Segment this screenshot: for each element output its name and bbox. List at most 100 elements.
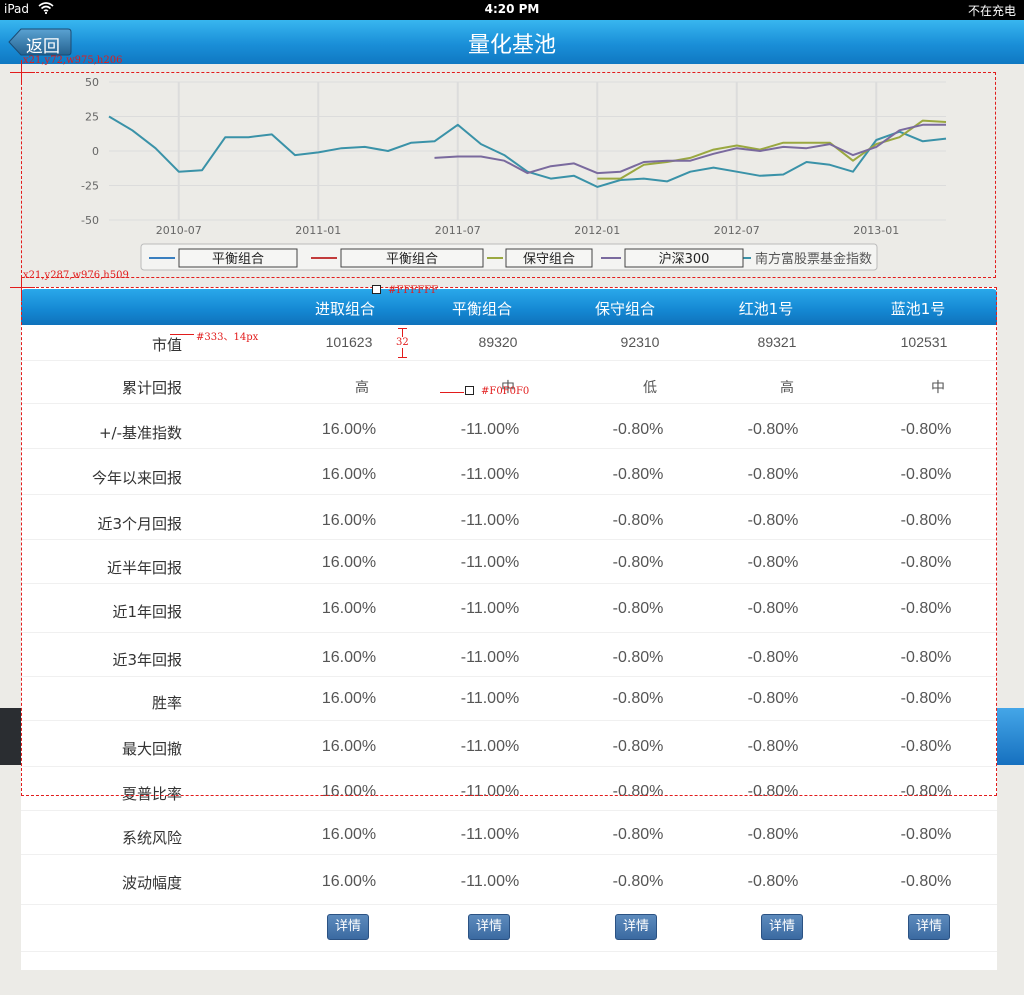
table-cell: -0.80% [612,466,664,483]
table-cell: 16.00% [321,554,377,571]
table-row: 累计回报 高 中 低 高 中 [21,361,997,404]
table-row: 近1年回报 16.00% -11.00% -0.80% -0.80% -0.80… [21,584,997,633]
header-color-spec: #FFFFFF [388,285,439,296]
legend-label: 平衡组合 [212,252,264,267]
row-label: 市值 [151,336,182,354]
table-cell: -0.80% [747,421,799,438]
spec-crosshair [10,72,35,73]
table-cell: -11.00% [460,738,520,755]
performance-chart: 50 25 0 -25 -50 2010-07 2011-01 2011-07 2012-01 2… [21,72,996,278]
table-header: 进取组合 平衡组合 保守组合 红池1号 蓝池1号 [21,289,997,325]
table-cell: -0.80% [900,421,952,438]
table-cell: -11.00% [460,600,520,617]
table-cell: -11.00% [460,466,520,483]
table-cell: -0.80% [900,873,952,890]
y-tick-label: 50 [85,76,99,89]
table-cell: -0.80% [900,466,952,483]
y-tick-label: 25 [85,111,99,124]
row-label: 最大回撤 [121,740,182,758]
table-cell: -11.00% [460,690,520,707]
details-button[interactable]: 详情 [761,914,803,940]
table-cell: -0.80% [747,512,799,529]
chart-legend: 平衡组合 平衡组合 保守组合 沪深300 南方富股票基金指数 [140,243,878,271]
table-row: 最大回撤 16.00% -11.00% -0.80% -0.80% -0.80% [21,721,997,767]
table-cell: -0.80% [612,873,664,890]
x-tick-label: 2010-07 [156,224,202,237]
y-tick-label: 0 [92,145,99,158]
row-label: 近3个月回报 [97,515,182,533]
table-cell: -0.80% [747,873,799,890]
x-tick-label: 2013-01 [853,224,899,237]
table-cell: -0.80% [612,554,664,571]
table-cell: 16.00% [321,783,377,800]
row-label: 近半年回报 [106,559,182,577]
column-header: 进取组合 [314,300,375,318]
table-cell: -0.80% [900,690,952,707]
table-row: 近3个月回报 16.00% -11.00% -0.80% -0.80% -0.8… [21,495,997,540]
nav-bar: 返回 量化基池 [0,20,1024,64]
table-cell: 16.00% [321,873,377,890]
row-label: 近3年回报 [112,651,182,669]
table-cell: 16.00% [321,690,377,707]
table-cell: -0.80% [900,649,952,666]
x-tick-label: 2012-01 [574,224,620,237]
row-label: 胜率 [151,694,182,712]
table-cell: -11.00% [460,512,520,529]
table-cell: -11.00% [460,421,520,438]
x-tick-label: 2011-07 [435,224,481,237]
x-tick-label: 2012-07 [714,224,760,237]
table-cell: -0.80% [612,826,664,843]
spec-crosshair [10,287,35,288]
details-button[interactable]: 详情 [615,914,657,940]
row-height-marker [398,328,407,329]
table-cell: 16.00% [321,466,377,483]
background-band-left [0,708,22,765]
status-bar: iPad 4:20 PM 不在充电 [0,0,1024,20]
table-cell: -0.80% [612,690,664,707]
table-cell: 101623 [325,334,373,350]
table-cell: -0.80% [900,826,952,843]
legend-label: 平衡组合 [386,252,438,267]
table-cell: -0.80% [747,649,799,666]
spec-crosshair [21,276,22,301]
color-swatch [372,285,381,294]
details-button[interactable]: 详情 [908,914,950,940]
row-label: 夏普比率 [121,785,182,803]
line-chart-svg: 50 25 0 -25 -50 2010-07 2011-01 2011-07 2012-01 2… [81,76,947,271]
y-tick-label: -50 [81,214,99,227]
table-cell: -0.80% [612,738,664,755]
x-tick-label: 2011-01 [295,224,341,237]
row-label: 波动幅度 [121,874,182,892]
row-label: 近1年回报 [112,603,182,621]
legend-label: 沪深300 [659,251,710,267]
table-cell: -11.00% [460,554,520,571]
color-swatch [465,386,474,395]
series-line [108,115,947,188]
table-row: 近3年回报 16.00% -11.00% -0.80% -0.80% -0.80… [21,633,997,677]
table-cell: -0.80% [747,826,799,843]
table-row: +/-基准指数 16.00% -11.00% -0.80% -0.80% -0.… [21,404,997,449]
table-row: 系统风险 16.00% -11.00% -0.80% -0.80% -0.80% [21,811,997,855]
label-style-spec: #333、14px [196,332,259,343]
table-cell: 16.00% [321,738,377,755]
table-cell: 16.00% [321,649,377,666]
table-row: 近半年回报 16.00% -11.00% -0.80% -0.80% -0.80… [21,540,997,584]
table-cell: -0.80% [747,783,799,800]
table-row: 波动幅度 16.00% -11.00% -0.80% -0.80% -0.80% [21,855,997,905]
table-cell: 16.00% [321,421,377,438]
table-cell: -0.80% [900,738,952,755]
row-label: +/-基准指数 [98,424,182,442]
table-cell: 102531 [900,334,948,350]
details-button[interactable]: 详情 [327,914,369,940]
background-band-right [996,708,1024,765]
y-tick-label: -25 [81,180,99,193]
table-cell: 16.00% [321,826,377,843]
clock: 4:20 PM [484,2,540,16]
table-cell: -0.80% [612,783,664,800]
row-label: 今年以来回报 [91,469,182,487]
table-cell: -0.80% [900,554,952,571]
table-row: 市值 101623 89320 92310 89321 102531 [21,325,997,361]
table-row: 夏普比率 16.00% -11.00% -0.80% -0.80% -0.80% [21,767,997,811]
details-button[interactable]: 详情 [468,914,510,940]
table-cell: -0.80% [612,512,664,529]
